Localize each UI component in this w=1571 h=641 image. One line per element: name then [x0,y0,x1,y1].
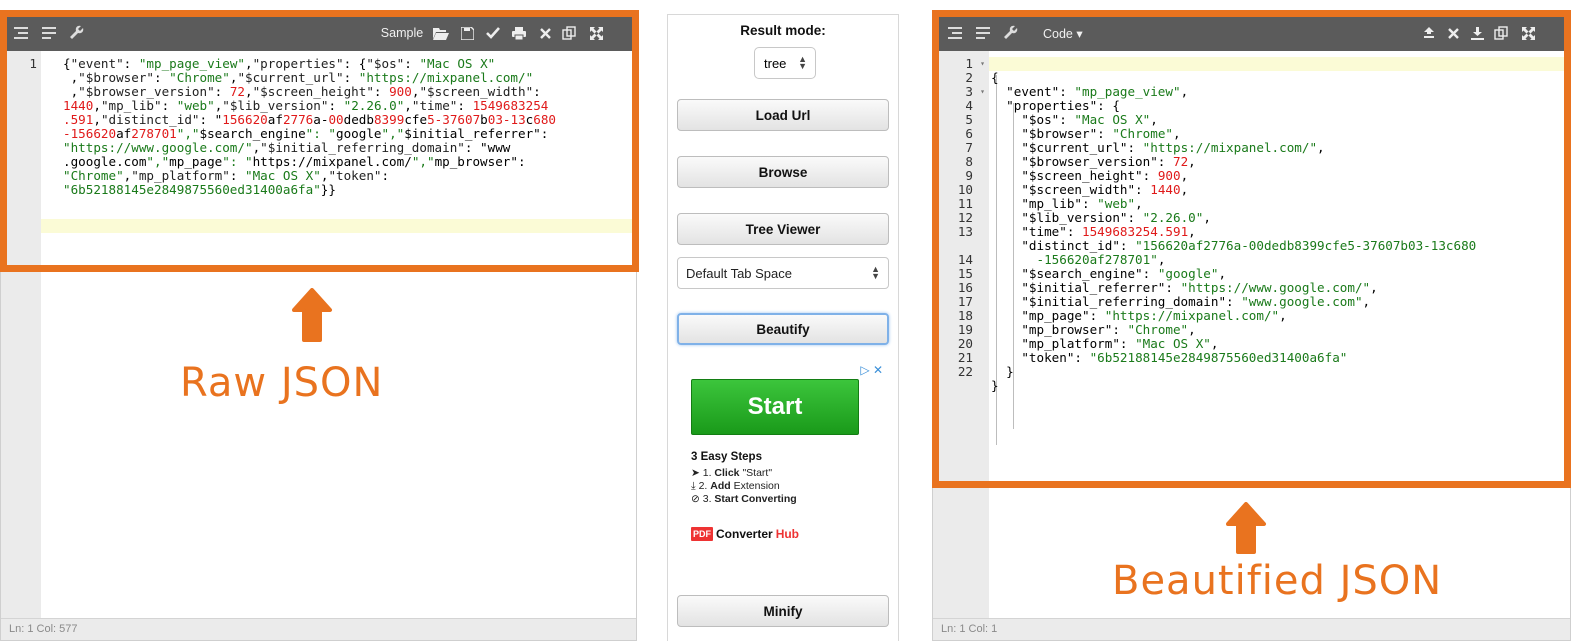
pdf-logo-icon: PDF [691,527,713,541]
line-number: 2 [965,70,973,85]
line-number: 3 [965,84,973,99]
ad-choices-icon[interactable]: ▷ ✕ [860,363,883,377]
tree-viewer-button[interactable]: Tree Viewer [677,213,889,245]
result-mode-value: tree [764,55,787,71]
download-icon: ⤓ [691,480,696,492]
line-number: 5 [965,112,973,127]
cursor-icon: ➤ [691,467,700,479]
line-number: 15 [957,266,973,281]
save-icon[interactable] [457,15,477,51]
load-url-button[interactable]: Load Url [677,99,889,131]
line-number: 4 [965,98,973,113]
line-number: 19 [957,322,973,337]
raw-json-label: Raw JSON [180,360,384,406]
line-number: 7 [965,140,973,155]
compact-icon[interactable] [971,15,995,51]
minify-button[interactable]: Minify [677,595,889,627]
code-mode-label: Code ▾ [1043,26,1083,41]
wrench-icon[interactable] [999,15,1023,51]
format-icon[interactable] [9,15,33,51]
beautify-button[interactable]: Beautify [677,313,889,345]
collapse-icon[interactable] [1419,15,1439,51]
line-number: 13 [957,224,973,239]
open-folder-icon[interactable] [431,15,451,51]
ad-start-button[interactable]: Start [691,379,859,435]
line-number: 1 [965,56,973,71]
ad-step-3: ⊘ 3. Start Converting [691,493,797,505]
line-number: 22 [957,364,973,379]
line-number: 11 [957,196,973,211]
compact-icon[interactable] [37,15,61,51]
line-number: 16 [957,280,973,295]
format-icon[interactable] [943,15,967,51]
line-number: 18 [957,308,973,323]
line-number: 17 [957,294,973,309]
advertisement[interactable]: ▷ ✕ Start 3 Easy Steps ➤ 1. Click "Start… [677,361,889,581]
beautified-json-label: Beautified JSON [1112,558,1443,604]
up-arrow-icon [292,288,332,342]
line-number: 14 [957,252,973,267]
clock-icon: ⊘ [691,493,700,505]
fold-toggle-icon[interactable]: ▾ [975,57,985,71]
ad-step-1: ➤ 1. Click "Start" [691,467,773,479]
controls-column: Result mode: tree ▲ ▼ Load Url Browse Tre… [667,14,899,641]
line-number: 10 [957,182,973,197]
raw-json-text[interactable]: {"event": "mp_page_view","properties": {… [63,57,556,197]
up-arrow-icon [1226,502,1266,554]
select-arrows-icon: ▲ ▼ [798,54,807,71]
code-mode-menu[interactable]: Code ▾ [1043,15,1113,51]
clear-icon[interactable] [1443,15,1463,51]
copy-icon[interactable] [1491,15,1511,51]
line-number: 9 [965,168,973,183]
sample-menu[interactable]: Sample [375,15,429,51]
line-number: 12 [957,210,973,225]
line-number: 20 [957,336,973,351]
copy-icon[interactable] [559,15,579,51]
line-number: 21 [957,350,973,365]
tab-space-value: Default Tab Space [686,265,792,281]
raw-editor-statusbar: Ln: 1 Col: 577 [1,618,636,640]
fullscreen-icon[interactable] [585,15,607,51]
download-icon[interactable] [1467,15,1487,51]
raw-editor-toolbar: Sample [1,15,636,51]
select-arrows-icon: ▲ ▼ [871,264,880,281]
ad-logo: PDF Converter Hub [691,527,800,541]
raw-line-number: 1 [29,56,37,71]
raw-active-line-highlight [41,219,636,233]
ad-title: 3 Easy Steps [691,451,762,463]
line-number: 6 [965,126,973,141]
raw-editor-gutter [1,51,41,618]
line-number: 8 [965,154,973,169]
beautified-editor-statusbar: Ln: 1 Col: 1 [933,618,1570,640]
result-mode-label: Result mode: [740,23,826,38]
browse-button[interactable]: Browse [677,156,889,188]
wrench-icon[interactable] [65,15,89,51]
print-icon[interactable] [509,15,529,51]
fullscreen-icon[interactable] [1517,15,1539,51]
clear-icon[interactable] [535,15,555,51]
result-mode-select[interactable]: tree ▲ ▼ [754,47,816,79]
beautified-editor-toolbar: Code ▾ [933,15,1570,51]
tab-space-select[interactable]: Default Tab Space ▲ ▼ [677,257,889,289]
beautified-json-text[interactable]: { "event": "mp_page_view", "properties":… [991,57,1476,393]
ad-step-2: ⤓ 2. Add Extension [691,480,780,492]
sample-label: Sample [380,26,424,40]
validate-check-icon[interactable] [483,15,503,51]
fold-toggle-icon[interactable]: ▾ [975,85,985,99]
